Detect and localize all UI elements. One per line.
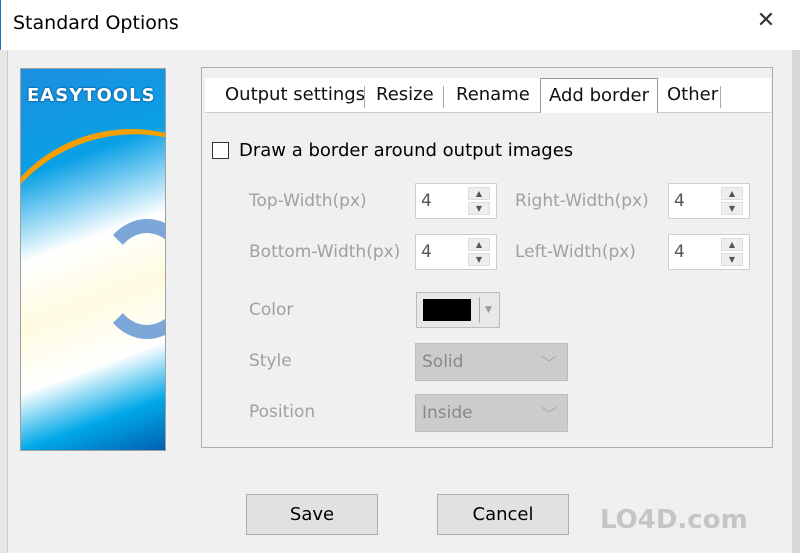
draw-border-label[interactable]: Draw a border around output images (239, 140, 573, 161)
close-icon[interactable]: ✕ (753, 8, 779, 33)
tab-separator (720, 86, 721, 108)
top-width-stepper[interactable]: 4 ▲ ▼ (415, 183, 497, 219)
style-label: Style (249, 351, 292, 371)
spin-down-icon[interactable]: ▼ (721, 253, 743, 266)
tab-strip: Output settings Resize Rename Add border… (205, 78, 771, 113)
easytools-banner: EASYTOOLS (20, 68, 166, 451)
top-width-label: Top-Width(px) (249, 191, 367, 211)
tab-separator (364, 86, 365, 108)
style-select[interactable]: Solid ﹀ (415, 343, 568, 381)
chevron-down-icon[interactable]: ﹀ (541, 350, 557, 374)
style-value[interactable]: Solid (422, 352, 463, 372)
banner-logo: EASYTOOLS (27, 85, 156, 106)
color-label: Color (249, 300, 294, 320)
dropdown-arrow-icon[interactable]: ▼ (479, 297, 492, 323)
tab-resize[interactable]: Resize (376, 84, 434, 105)
right-width-stepper[interactable]: 4 ▲ ▼ (668, 183, 750, 219)
bottom-width-value[interactable]: 4 (421, 242, 432, 262)
color-swatch[interactable] (423, 299, 471, 321)
tab-separator (443, 86, 444, 108)
lo4d-watermark: LO4D.com (600, 505, 748, 535)
right-width-value[interactable]: 4 (674, 191, 685, 211)
draw-border-checkbox[interactable] (212, 142, 229, 159)
tab-add-border[interactable]: Add border (540, 78, 658, 113)
spin-up-icon[interactable]: ▲ (721, 238, 743, 251)
top-width-value[interactable]: 4 (421, 191, 432, 211)
spin-up-icon[interactable]: ▲ (721, 187, 743, 200)
tab-other[interactable]: Other (667, 84, 718, 105)
tab-output-settings[interactable]: Output settings (225, 84, 365, 105)
spin-down-icon[interactable]: ▼ (721, 202, 743, 215)
spin-down-icon[interactable]: ▼ (468, 202, 490, 215)
position-value[interactable]: Inside (422, 403, 473, 423)
bottom-width-stepper[interactable]: 4 ▲ ▼ (415, 234, 497, 270)
left-width-stepper[interactable]: 4 ▲ ▼ (668, 234, 750, 270)
cancel-button[interactable]: Cancel (437, 494, 569, 535)
left-width-value[interactable]: 4 (674, 242, 685, 262)
spin-down-icon[interactable]: ▼ (468, 253, 490, 266)
spin-up-icon[interactable]: ▲ (468, 238, 490, 251)
background-window-edge (0, 50, 8, 553)
left-width-label: Left-Width(px) (515, 242, 636, 262)
save-button[interactable]: Save (246, 494, 378, 535)
right-width-label: Right-Width(px) (515, 191, 649, 211)
spin-up-icon[interactable]: ▲ (468, 187, 490, 200)
bottom-width-label: Bottom-Width(px) (249, 242, 401, 262)
position-select[interactable]: Inside ﹀ (415, 394, 568, 432)
title-bar: Standard Options ✕ (0, 0, 800, 50)
tab-rename[interactable]: Rename (456, 84, 530, 105)
background-window-edge-right (792, 50, 800, 553)
position-label: Position (249, 402, 316, 422)
color-picker[interactable]: ▼ (416, 292, 500, 328)
window-title: Standard Options (13, 12, 179, 34)
chevron-down-icon[interactable]: ﹀ (541, 401, 557, 425)
